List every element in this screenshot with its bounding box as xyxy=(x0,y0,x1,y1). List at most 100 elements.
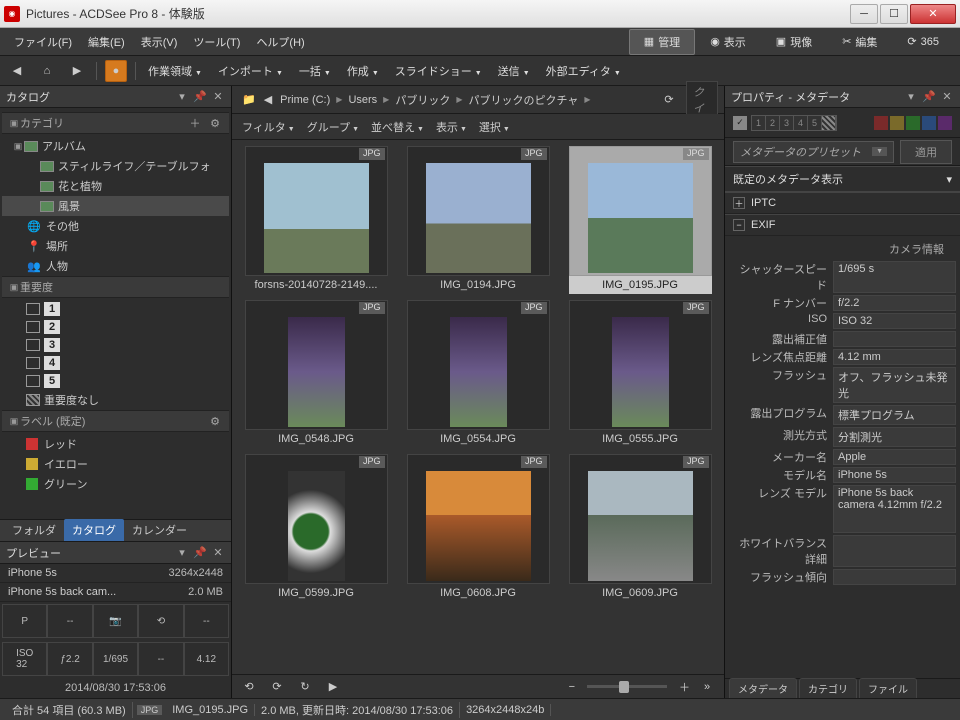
pin-icon[interactable]: 📌 xyxy=(193,90,207,103)
meta-exposure-program: 露出プログラム標準プログラム xyxy=(725,404,960,426)
bc-users[interactable]: Users xyxy=(344,92,381,108)
label-red[interactable]: レッド xyxy=(2,434,229,454)
rotate-right-button[interactable]: ⟳ xyxy=(266,676,288,698)
section-label[interactable]: ▣ラベル (既定)⚙ xyxy=(2,410,229,432)
online-button[interactable]: ● xyxy=(105,60,127,82)
panel-close-icon[interactable]: ✕ xyxy=(940,90,954,103)
play-button[interactable]: ▶ xyxy=(322,676,344,698)
rating-2[interactable]: 2 xyxy=(2,318,229,336)
mode-display[interactable]: ◉表示 xyxy=(695,29,761,55)
batch-menu[interactable]: 一括▼ xyxy=(295,61,335,81)
select-menu[interactable]: 選択▼ xyxy=(479,119,510,135)
back-button[interactable]: ◀ xyxy=(6,60,28,82)
rating-block[interactable]: 12345 xyxy=(751,115,837,131)
rotate-left-button[interactable]: ⟲ xyxy=(238,676,260,698)
tree-album[interactable]: ▣アルバム xyxy=(2,136,229,156)
pin-icon[interactable]: 📌 xyxy=(922,90,936,103)
zoom-out-icon[interactable]: − xyxy=(569,681,575,693)
tab-catalog[interactable]: カタログ xyxy=(64,519,124,541)
send-menu[interactable]: 送信▼ xyxy=(494,61,534,81)
tree-landscape[interactable]: 風景 xyxy=(2,196,229,216)
thumbnail-item[interactable]: JPGIMG_0194.JPG xyxy=(400,146,556,294)
panel-close-icon[interactable]: ✕ xyxy=(211,546,225,559)
metadata-preset-dropdown[interactable]: メタデータのプリセット▼ xyxy=(733,141,894,163)
panel-menu-icon[interactable]: ▾ xyxy=(175,546,189,559)
sort-menu[interactable]: 並べ替え▼ xyxy=(371,119,424,135)
apply-button[interactable]: 適用 xyxy=(900,140,952,164)
import-menu[interactable]: インポート▼ xyxy=(214,61,287,81)
thumbnail-item[interactable]: JPGIMG_0548.JPG xyxy=(238,300,394,448)
color-labels[interactable] xyxy=(874,116,952,130)
external-editor-menu[interactable]: 外部エディタ▼ xyxy=(542,61,625,81)
tag-checkbox[interactable]: ✓ xyxy=(733,116,747,130)
zoom-in-icon[interactable]: ＋ xyxy=(679,679,690,695)
tab-calendar[interactable]: カレンダー xyxy=(124,519,195,541)
tree-flower[interactable]: 花と植物 xyxy=(2,176,229,196)
panel-menu-icon[interactable]: ▾ xyxy=(904,90,918,103)
tab-category[interactable]: カテゴリ xyxy=(799,678,857,698)
pin-icon[interactable]: 📌 xyxy=(193,546,207,559)
rating-4[interactable]: 4 xyxy=(2,354,229,372)
rating-5[interactable]: 5 xyxy=(2,372,229,390)
folder-icon[interactable]: 📁 xyxy=(238,91,260,108)
iptc-section[interactable]: ＋IPTC xyxy=(725,192,960,214)
thumbnail-item[interactable]: JPGforsns-20140728-2149.... xyxy=(238,146,394,294)
label-green[interactable]: グリーン xyxy=(2,474,229,494)
tree-place[interactable]: 📍場所 xyxy=(2,236,229,256)
thumb-size-slider[interactable] xyxy=(587,685,667,688)
view-menu[interactable]: 表示▼ xyxy=(436,119,467,135)
panel-menu-icon[interactable]: ▾ xyxy=(175,90,189,103)
tree-still[interactable]: スティルライフ／テーブルフォ xyxy=(2,156,229,176)
panel-close-icon[interactable]: ✕ xyxy=(211,90,225,103)
rating-1[interactable]: 1 xyxy=(2,300,229,318)
minimize-button[interactable]: ─ xyxy=(850,4,878,24)
redo-button[interactable]: ↻ xyxy=(294,676,316,698)
gear-icon[interactable]: ⚙ xyxy=(207,413,223,429)
default-metadata-section[interactable]: 既定のメタデータ表示▾ xyxy=(725,166,960,192)
bc-pictures[interactable]: パブリックのピクチャ xyxy=(464,90,582,110)
tab-metadata[interactable]: メタデータ xyxy=(729,678,797,698)
group-menu[interactable]: グループ▼ xyxy=(307,119,359,135)
overflow-button[interactable]: » xyxy=(696,676,718,698)
thumbnail-item[interactable]: JPGIMG_0555.JPG xyxy=(562,300,718,448)
refresh-button[interactable]: ⟳ xyxy=(658,89,680,111)
tab-file[interactable]: ファイル xyxy=(859,678,917,698)
tab-folder[interactable]: フォルダ xyxy=(4,519,64,541)
rating-3[interactable]: 3 xyxy=(2,336,229,354)
add-icon[interactable]: ＋ xyxy=(187,115,203,131)
mode-develop[interactable]: ▣現像 xyxy=(761,29,827,55)
quick-search[interactable]: クイ xyxy=(686,81,718,119)
tree-other[interactable]: 🌐その他 xyxy=(2,216,229,236)
section-importance[interactable]: ▣重要度 xyxy=(2,276,229,298)
mode-manage[interactable]: ▦管理 xyxy=(629,29,695,55)
mode-365[interactable]: ⟳365 xyxy=(892,30,954,53)
section-category[interactable]: ▣ カテゴリ ＋ ⚙ xyxy=(2,112,229,134)
rating-none[interactable]: 重要度なし xyxy=(2,390,229,410)
thumbnail-item[interactable]: JPGIMG_0608.JPG xyxy=(400,454,556,602)
maximize-button[interactable]: ☐ xyxy=(880,4,908,24)
thumbnail-item[interactable]: JPGIMG_0599.JPG xyxy=(238,454,394,602)
home-button[interactable]: ⌂ xyxy=(36,60,58,82)
gear-icon[interactable]: ⚙ xyxy=(207,115,223,131)
exif-section[interactable]: −EXIF xyxy=(725,214,960,236)
create-menu[interactable]: 作成▼ xyxy=(343,61,383,81)
close-button[interactable]: ✕ xyxy=(910,4,956,24)
label-yellow[interactable]: イエロー xyxy=(2,454,229,474)
menu-view[interactable]: 表示(V) xyxy=(133,30,186,54)
tree-people[interactable]: 👥人物 xyxy=(2,256,229,276)
bc-drive[interactable]: Prime (C:) xyxy=(276,92,334,108)
workspace-menu[interactable]: 作業領域▼ xyxy=(144,61,206,81)
filter-menu[interactable]: フィルタ▼ xyxy=(242,119,295,135)
menu-edit[interactable]: 編集(E) xyxy=(80,30,133,54)
slideshow-menu[interactable]: スライドショー▼ xyxy=(391,61,486,81)
bc-public[interactable]: パブリック xyxy=(391,90,454,110)
thumbnail-item[interactable]: JPGIMG_0195.JPG xyxy=(562,146,718,294)
thumbnail-item[interactable]: JPGIMG_0554.JPG xyxy=(400,300,556,448)
forward-button[interactable]: ▶ xyxy=(66,60,88,82)
bc-back[interactable]: ◀ xyxy=(260,91,276,108)
menu-tool[interactable]: ツール(T) xyxy=(185,30,248,54)
mode-edit[interactable]: ✂編集 xyxy=(827,29,892,55)
thumbnail-item[interactable]: JPGIMG_0609.JPG xyxy=(562,454,718,602)
menu-help[interactable]: ヘルプ(H) xyxy=(248,30,312,54)
menu-file[interactable]: ファイル(F) xyxy=(6,30,80,54)
